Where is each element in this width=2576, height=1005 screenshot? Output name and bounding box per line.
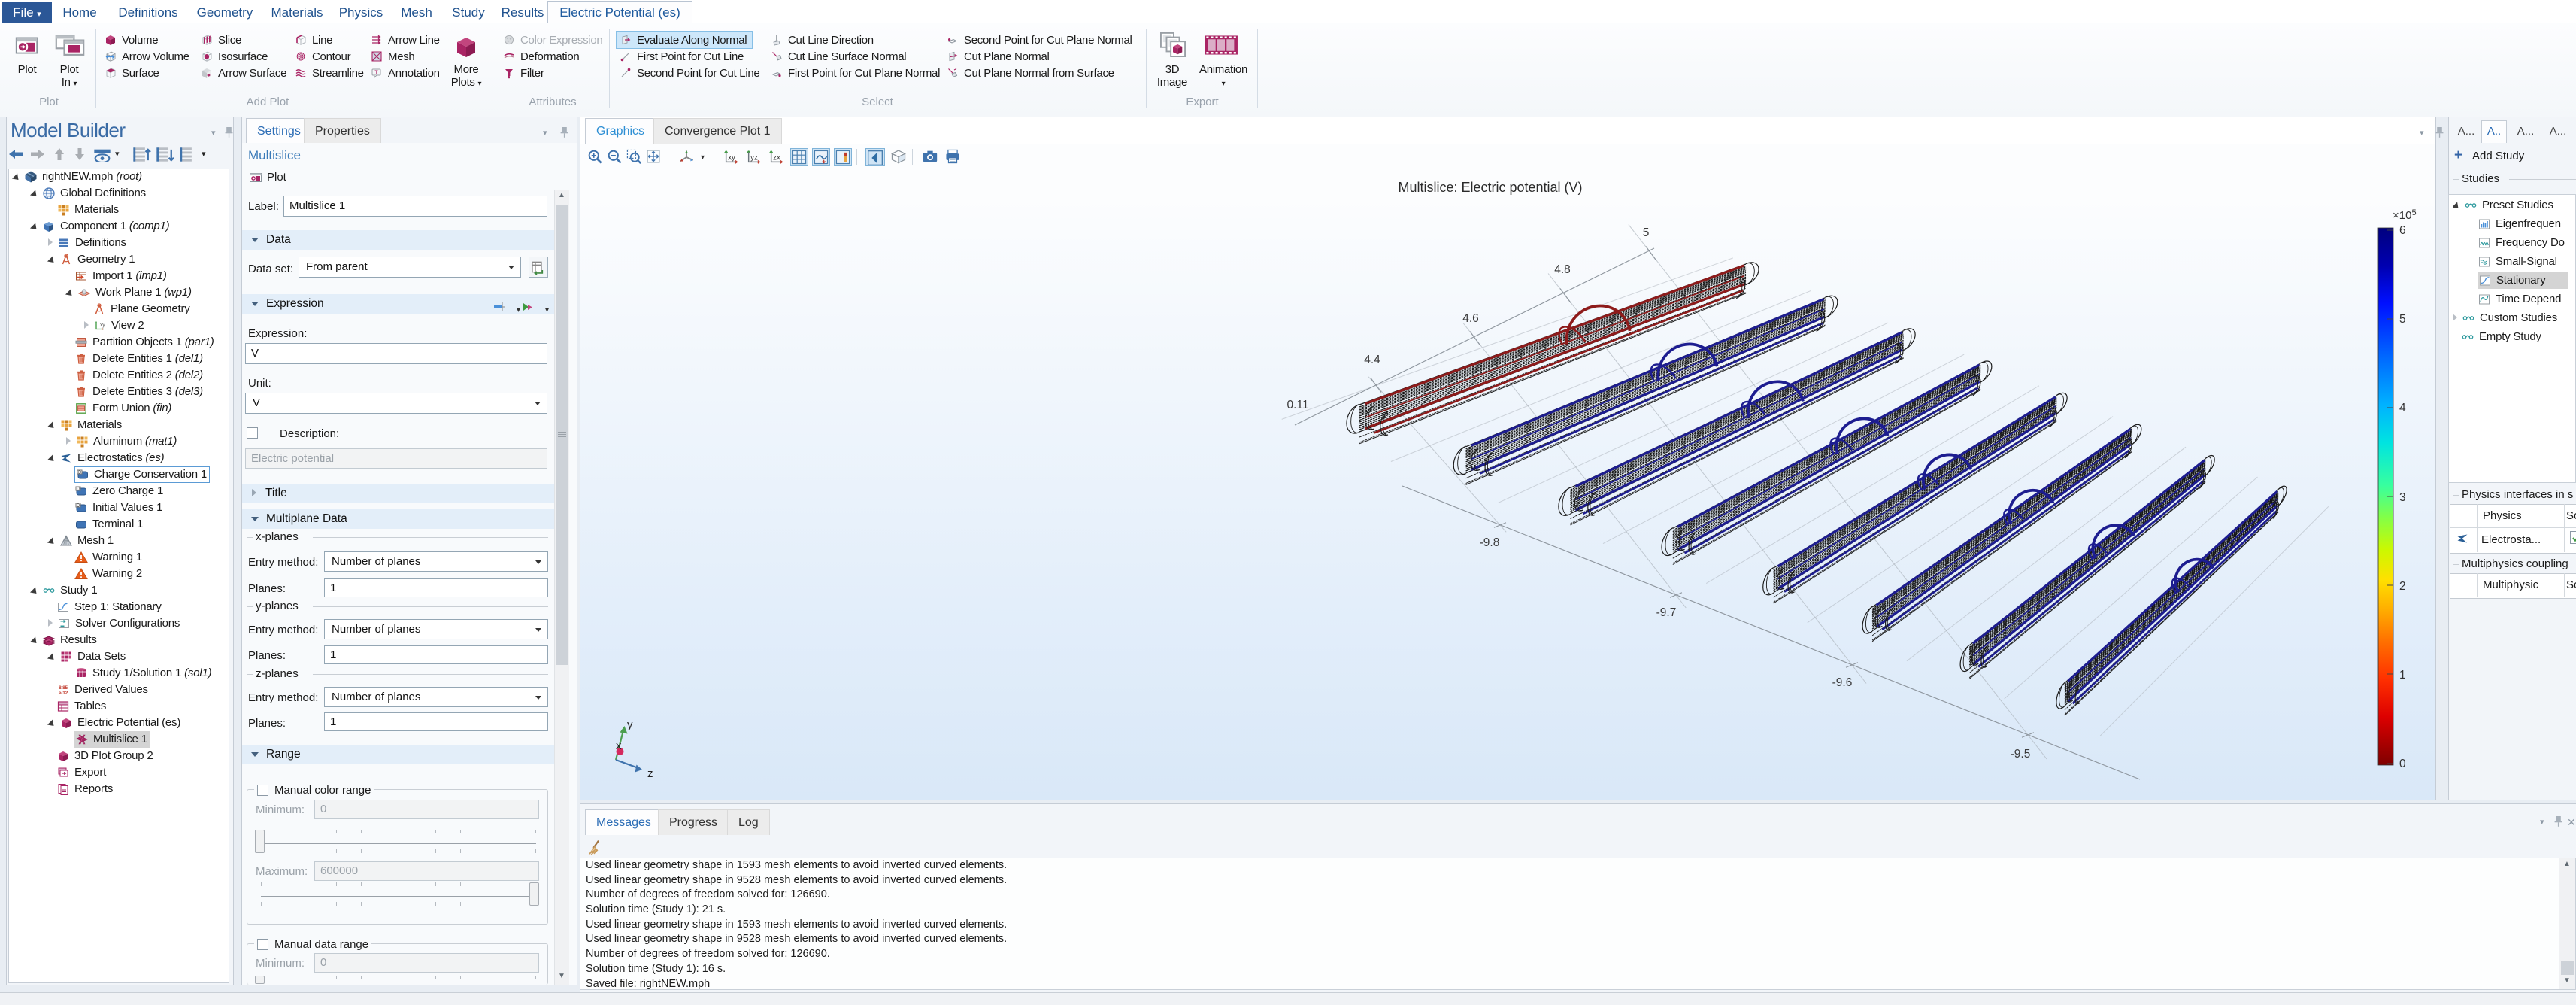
svg-text:4.8: 4.8: [1554, 263, 1571, 276]
svg-text:y: y: [627, 718, 633, 731]
svg-text:-9.8: -9.8: [1480, 536, 1500, 549]
svg-text:-9.5: -9.5: [2011, 748, 2031, 761]
svg-text:T: T: [374, 71, 378, 76]
svg-text:0: 0: [2399, 758, 2406, 770]
svg-text:3: 3: [2399, 491, 2406, 504]
svg-text:4.4: 4.4: [1364, 354, 1380, 366]
svg-text:D: D: [77, 503, 80, 508]
svg-text:e-12: e-12: [59, 691, 68, 696]
svg-text:Multislice: Electric potential: Multislice: Electric potential (V): [1398, 180, 1582, 195]
svg-text:xy: xy: [100, 323, 105, 328]
svg-text:6: 6: [2399, 224, 2406, 237]
svg-text:4: 4: [2399, 402, 2406, 414]
svg-text:z: z: [647, 767, 653, 780]
svg-text:-9.6: -9.6: [1832, 676, 1853, 689]
svg-text:0.11: 0.11: [1286, 399, 1308, 411]
svg-text:1: 1: [2399, 669, 2406, 682]
svg-text:8.85: 8.85: [59, 685, 68, 691]
svg-text:D: D: [77, 487, 80, 491]
svg-text:x: x: [616, 739, 622, 752]
svg-text:4.6: 4.6: [1462, 312, 1479, 325]
svg-text:×105: ×105: [2393, 208, 2417, 222]
svg-text:-9.7: -9.7: [1656, 606, 1677, 619]
svg-text:5: 5: [2399, 313, 2406, 326]
svg-text:5: 5: [1643, 226, 1650, 239]
svg-text:D: D: [78, 470, 81, 475]
svg-text:2: 2: [2399, 580, 2406, 593]
